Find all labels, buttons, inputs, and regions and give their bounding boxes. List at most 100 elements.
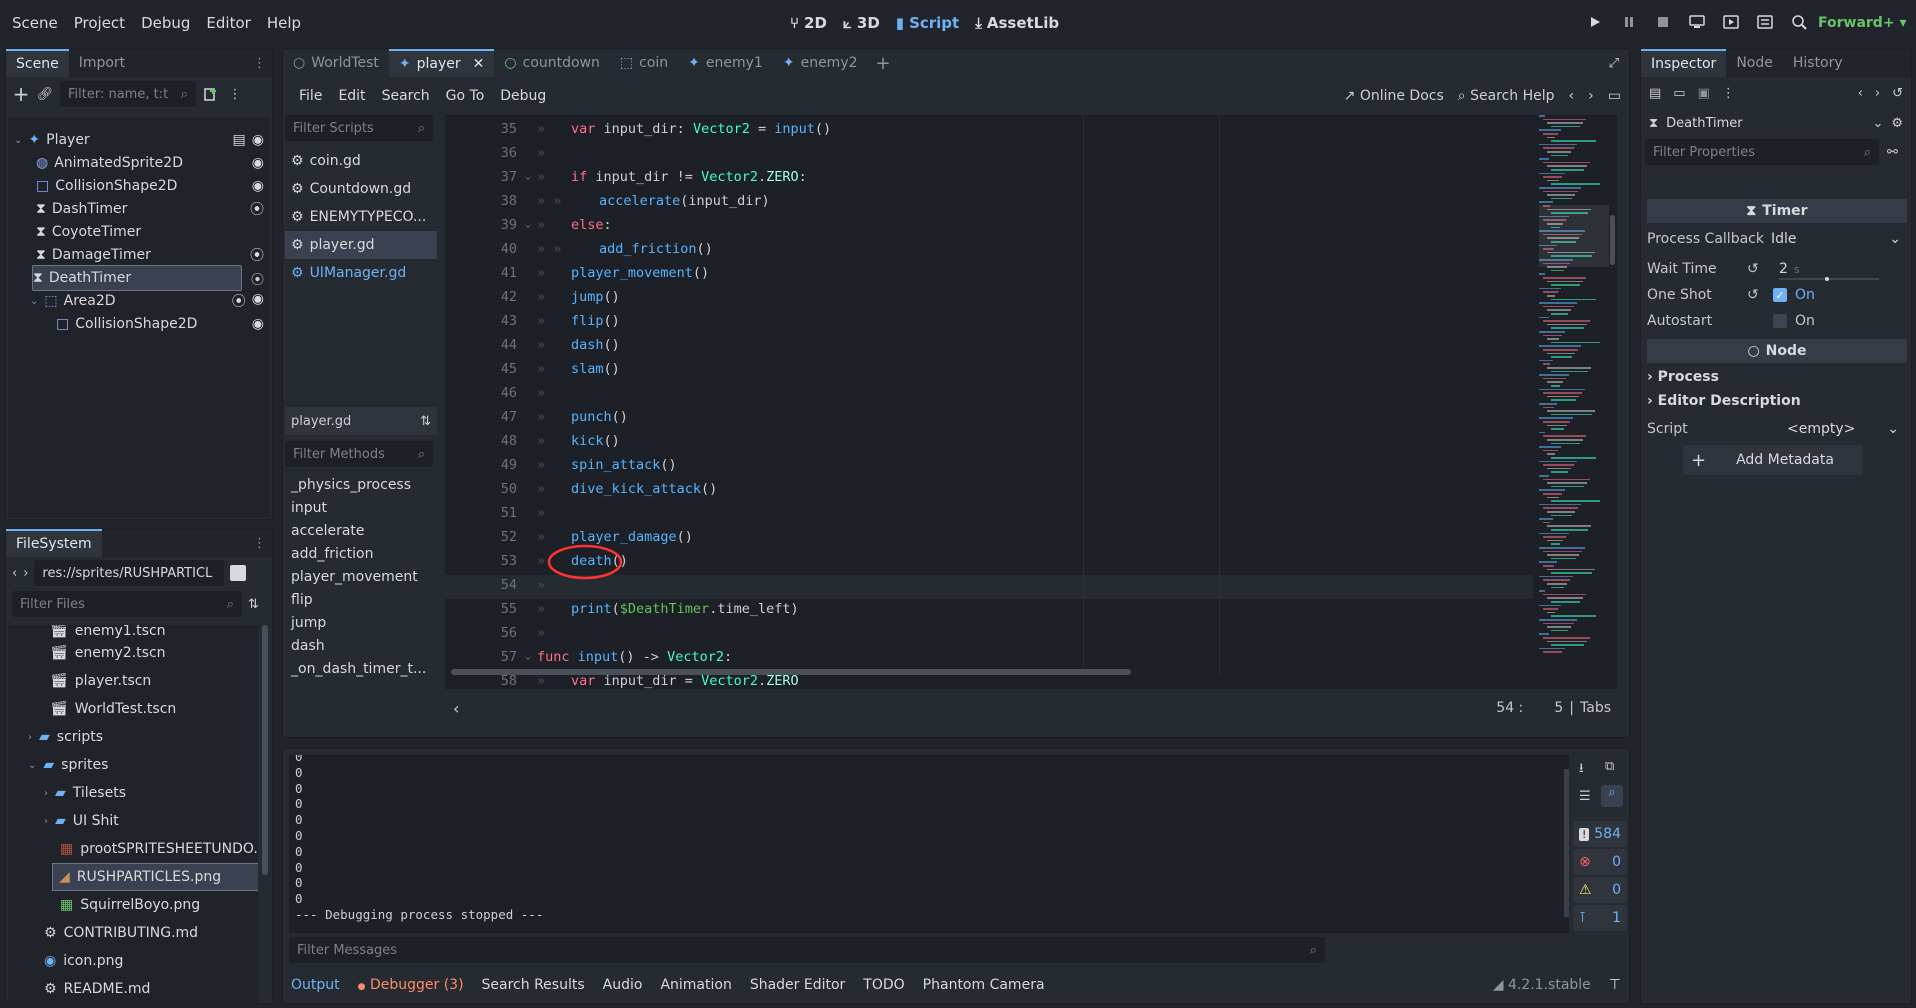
workspace-script[interactable]: ▮ Script bbox=[896, 14, 959, 32]
workspace-3d[interactable]: ⟀ 3D bbox=[843, 14, 880, 32]
script-item-selected[interactable]: ⚙ player.gd bbox=[285, 231, 437, 259]
line-number[interactable]: 39 bbox=[445, 213, 525, 237]
line-number[interactable]: 35 bbox=[445, 117, 525, 141]
stop-icon[interactable] bbox=[1653, 12, 1673, 32]
file-item[interactable]: 🎬︎ enemy2.tscn bbox=[50, 639, 166, 667]
script-item[interactable]: ⚙ UIManager.gd bbox=[285, 259, 437, 287]
wait-time-spinbox[interactable]: 2s bbox=[1771, 258, 1907, 281]
folder-item[interactable]: › ▰ UI Shit bbox=[44, 807, 119, 835]
revert-icon[interactable]: ↺ bbox=[1747, 287, 1771, 303]
line-number[interactable]: 37 bbox=[445, 165, 525, 189]
history-icon[interactable]: ↺ bbox=[1892, 86, 1903, 101]
line-number[interactable]: 42 bbox=[445, 285, 525, 309]
tab-worldtest[interactable]: ○ WorldTest bbox=[283, 49, 389, 77]
visibility-eye-icon[interactable]: ◉ bbox=[252, 132, 264, 148]
script-resource-picker[interactable]: <empty> ⌄ bbox=[1787, 421, 1907, 437]
tab-output[interactable]: Output bbox=[291, 977, 340, 993]
warnings-count-badge[interactable]: ⚠ 0 bbox=[1573, 877, 1627, 903]
script-menu-edit[interactable]: Edit bbox=[330, 88, 373, 104]
line-number[interactable]: 45 bbox=[445, 357, 525, 381]
line-number[interactable]: 56 bbox=[445, 621, 525, 645]
tab-phantom-camera[interactable]: Phantom Camera bbox=[923, 977, 1045, 993]
script-menu-search[interactable]: Search bbox=[374, 88, 438, 104]
distraction-free-icon[interactable]: ⤢ bbox=[1599, 56, 1629, 71]
minimap-viewport[interactable] bbox=[1539, 205, 1609, 267]
line-number[interactable]: 57 bbox=[445, 645, 525, 669]
kebab-menu-icon[interactable]: ⋮ bbox=[247, 50, 272, 77]
line-number[interactable]: 47 bbox=[445, 405, 525, 429]
collapse-icon[interactable]: ☰ bbox=[1579, 789, 1591, 804]
tab-filesystem[interactable]: FileSystem bbox=[6, 529, 102, 557]
line-number[interactable]: 41 bbox=[445, 261, 525, 285]
revert-icon[interactable]: ↺ bbox=[1747, 261, 1771, 277]
open-folder-icon[interactable]: ▭ bbox=[1673, 86, 1685, 101]
tab-node[interactable]: Node bbox=[1726, 49, 1783, 77]
script-menu-file[interactable]: File bbox=[291, 88, 330, 104]
copy-icon[interactable]: ⧉ bbox=[1605, 759, 1614, 774]
pause-icon[interactable] bbox=[1619, 12, 1639, 32]
split-mode-icon[interactable] bbox=[230, 565, 247, 581]
file-item[interactable]: 🎬︎ player.tscn bbox=[50, 667, 151, 695]
tree-node-collisionshape2d-child[interactable]: □ CollisionShape2D ◉ bbox=[56, 311, 274, 337]
remote-debug-icon[interactable] bbox=[1687, 12, 1707, 32]
folder-item[interactable]: › ▰ scripts bbox=[28, 723, 103, 751]
tab-enemy2[interactable]: ✦ enemy2 bbox=[773, 49, 868, 77]
menu-project[interactable]: Project bbox=[66, 0, 133, 46]
signal-icon[interactable]: ⦿ bbox=[251, 269, 264, 288]
fold-arrow-icon[interactable]: ⌄ bbox=[525, 645, 537, 669]
back-arrow-icon[interactable]: ‹ bbox=[12, 566, 17, 581]
line-number[interactable]: 40 bbox=[445, 237, 525, 261]
pin-icon[interactable]: ⭳ bbox=[1579, 759, 1584, 781]
signal-icon[interactable]: ⦿ bbox=[250, 199, 264, 219]
add-node-icon[interactable]: + bbox=[12, 82, 30, 106]
add-tab-icon[interactable]: + bbox=[868, 53, 899, 74]
play-scene-icon[interactable] bbox=[1721, 12, 1741, 32]
visibility-eye-icon[interactable]: ◉ bbox=[252, 155, 264, 171]
kebab-menu-icon[interactable]: ⋮ bbox=[226, 85, 244, 103]
tab-audio[interactable]: Audio bbox=[603, 977, 643, 993]
filter-methods-input[interactable]: Filter Methods ⌕ bbox=[285, 441, 433, 467]
toggle-scripts-panel-icon[interactable]: ‹ bbox=[445, 699, 459, 718]
scene-filter-input[interactable]: Filter: name, t:t ⌕ bbox=[60, 81, 196, 107]
method-item[interactable]: jump bbox=[285, 611, 437, 634]
line-number[interactable]: 36 bbox=[445, 141, 525, 165]
line-number[interactable]: 49 bbox=[445, 453, 525, 477]
line-number[interactable]: 44 bbox=[445, 333, 525, 357]
indent-mode[interactable]: Tabs bbox=[1580, 700, 1611, 716]
tab-inspector[interactable]: Inspector bbox=[1641, 49, 1727, 77]
fold-arrow-icon[interactable]: ⌄ bbox=[525, 213, 537, 237]
line-number[interactable]: 51 bbox=[445, 501, 525, 525]
kebab-menu-icon[interactable]: ⋮ bbox=[1722, 86, 1735, 101]
menu-scene[interactable]: Scene bbox=[4, 0, 66, 46]
tab-player[interactable]: ✦ player ✕ bbox=[388, 49, 495, 77]
tab-debugger[interactable]: ● Debugger (3) bbox=[358, 977, 464, 993]
line-number[interactable]: 38 bbox=[445, 189, 525, 213]
method-item[interactable]: _on_dash_timer_t... bbox=[285, 657, 437, 680]
line-number[interactable]: 48 bbox=[445, 429, 525, 453]
script-menu-debug[interactable]: Debug bbox=[492, 88, 554, 104]
back-arrow-icon[interactable]: ‹ bbox=[1569, 88, 1575, 104]
file-item[interactable]: ▦ SquirrelBoyo.png bbox=[60, 891, 200, 919]
tab-history[interactable]: History bbox=[1783, 49, 1853, 77]
output-scrollbar[interactable] bbox=[1564, 769, 1569, 917]
add-metadata-button[interactable]: + Add Metadata bbox=[1683, 445, 1863, 475]
line-number[interactable]: 53 bbox=[445, 549, 525, 573]
tab-coin[interactable]: ⬚ coin bbox=[610, 49, 678, 77]
filter-scripts-input[interactable]: Filter Scripts ⌕ bbox=[285, 115, 433, 141]
code-editor[interactable]: 35 » var input_dir: Vector2 = input() 36 »… bbox=[445, 115, 1617, 689]
toggle-panel-icon[interactable]: ▭ bbox=[1608, 88, 1621, 104]
back-arrow-icon[interactable]: ‹ bbox=[1858, 86, 1863, 101]
visibility-eye-icon[interactable]: ◉ bbox=[252, 178, 264, 194]
filter-properties-input[interactable]: Filter Properties ⌕ bbox=[1645, 139, 1879, 165]
sort-icon[interactable]: ⇅ bbox=[248, 597, 259, 612]
method-item[interactable]: input bbox=[285, 496, 437, 519]
attach-script-icon[interactable] bbox=[202, 85, 220, 103]
fold-arrow-icon[interactable]: ⌄ bbox=[525, 165, 537, 189]
link-icon[interactable]: 🔗︎ bbox=[36, 85, 54, 103]
new-resource-icon[interactable]: ▤ bbox=[1649, 86, 1661, 101]
online-docs-link[interactable]: ↗ Online Docs bbox=[1344, 88, 1444, 104]
script-icon[interactable]: ▤ bbox=[233, 132, 246, 148]
path-input[interactable]: res://sprites/RUSHPARTICL bbox=[34, 560, 225, 586]
editor-messages-badge[interactable]: ⊺ 1 bbox=[1573, 905, 1627, 931]
line-number[interactable]: 52 bbox=[445, 525, 525, 549]
